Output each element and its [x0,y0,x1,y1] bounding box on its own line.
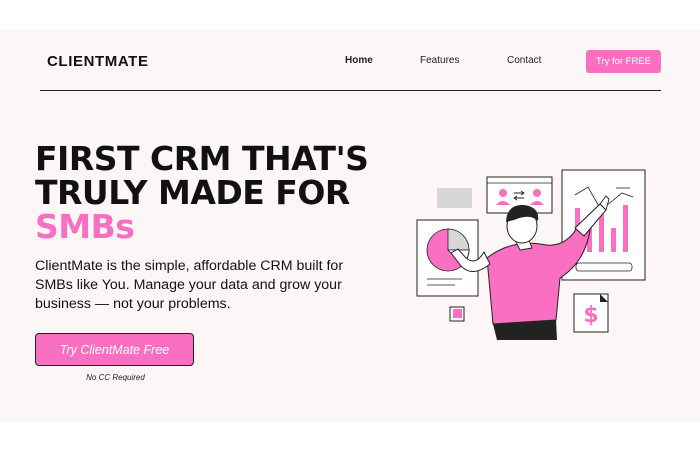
no-cc-note: No CC Required [86,373,145,382]
nav-home[interactable]: Home [345,55,373,66]
hero-title: FIRST CRM THAT'S TRULY MADE FOR SMBs [35,142,369,246]
pink-square-icon [449,306,465,322]
placeholder-block [437,188,472,208]
hero-illustration: $ [416,169,646,340]
try-clientmate-button[interactable]: Try ClientMate Free [35,333,194,366]
brand-logo[interactable]: CLIENTMATE [47,53,149,70]
try-free-button[interactable]: Try for FREE [586,50,661,73]
nav-contact[interactable]: Contact [507,55,541,66]
hero-title-accent: SMBs [35,207,135,246]
hero-subtitle: ClientMate is the simple, affordable CRM… [35,258,344,312]
pie-chart-card-icon [416,219,479,297]
header-divider [40,90,661,91]
dollar-card-icon: $ [573,293,609,333]
nav-features[interactable]: Features [420,55,459,66]
dollar-sign: $ [583,303,598,328]
